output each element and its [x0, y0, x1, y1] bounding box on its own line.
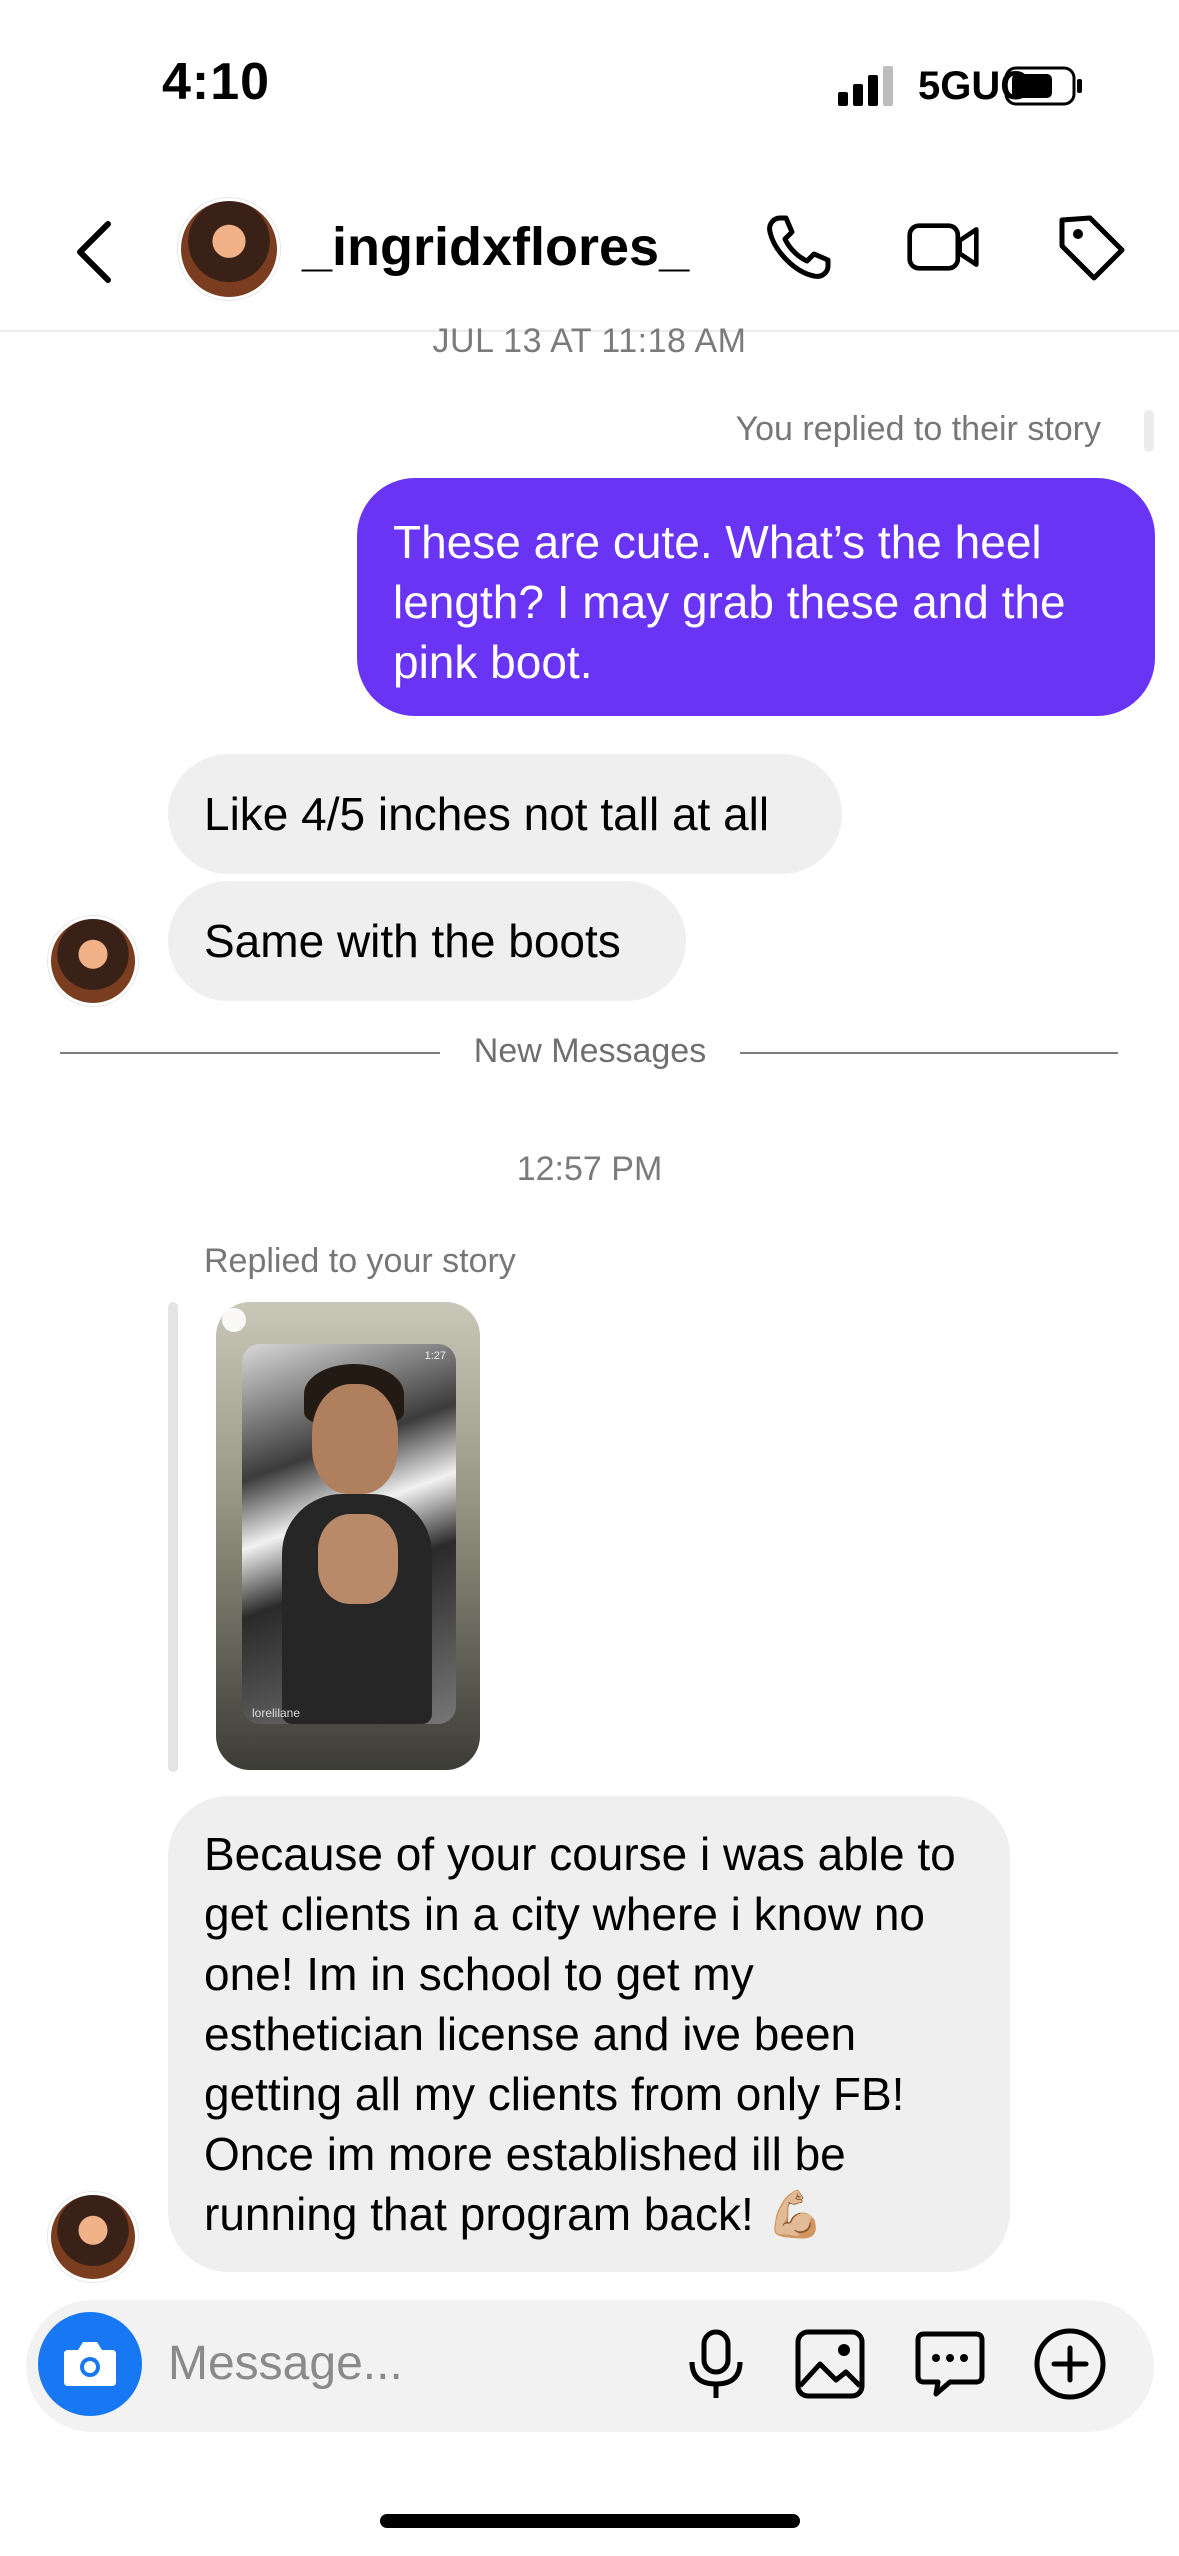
- sent-message[interactable]: These are cute. What’s the heel length? …: [357, 478, 1155, 716]
- new-messages-label: New Messages: [473, 1032, 707, 1070]
- story-person-hands: [318, 1514, 398, 1604]
- sticker-icon[interactable]: [910, 2324, 990, 2404]
- signal-icon: [838, 66, 893, 106]
- sender-avatar[interactable]: [48, 2192, 138, 2282]
- received-message[interactable]: Because of your course i was able to get…: [168, 1796, 1010, 2272]
- replied-note: You replied to their story: [735, 410, 1101, 448]
- story-person-face: [312, 1384, 398, 1494]
- time-separator: 12:57 PM: [516, 1150, 663, 1188]
- received-message[interactable]: Same with the boots: [168, 881, 686, 1001]
- gallery-icon[interactable]: [790, 2324, 870, 2404]
- battery-icon: [1004, 66, 1082, 106]
- header-avatar[interactable]: [178, 198, 280, 300]
- check-icon: [222, 1308, 246, 1332]
- divider-right: [740, 1052, 1118, 1054]
- scroll-indicator: [1144, 410, 1154, 452]
- video-icon[interactable]: [906, 210, 980, 284]
- message-input[interactable]: Message...: [168, 2336, 403, 2391]
- plus-icon[interactable]: [1030, 2324, 1110, 2404]
- story-username: lorelilane: [252, 1706, 301, 1720]
- story-thumbnail[interactable]: 1:27 lorelilane: [216, 1302, 480, 1770]
- reply-bar: [168, 1302, 178, 1772]
- home-indicator[interactable]: [380, 2514, 800, 2528]
- replied-story-label: Replied to your story: [204, 1242, 516, 1280]
- microphone-icon[interactable]: [676, 2324, 756, 2404]
- header-username[interactable]: _ingridxflores_: [302, 216, 689, 278]
- date-separator: JUL 13 AT 11:18 AM: [432, 322, 747, 360]
- story-image: 1:27: [242, 1344, 456, 1724]
- sender-avatar[interactable]: [48, 916, 138, 1006]
- divider-left: [60, 1052, 440, 1054]
- phone-icon[interactable]: [762, 210, 836, 284]
- story-timer: 1:27: [424, 1350, 446, 1362]
- back-icon[interactable]: [70, 212, 120, 292]
- tag-icon[interactable]: [1054, 210, 1128, 284]
- status-time: 4:10: [162, 53, 271, 111]
- camera-button[interactable]: [38, 2312, 142, 2416]
- camera-icon: [64, 2342, 116, 2386]
- received-message[interactable]: Like 4/5 inches not tall at all: [168, 754, 842, 874]
